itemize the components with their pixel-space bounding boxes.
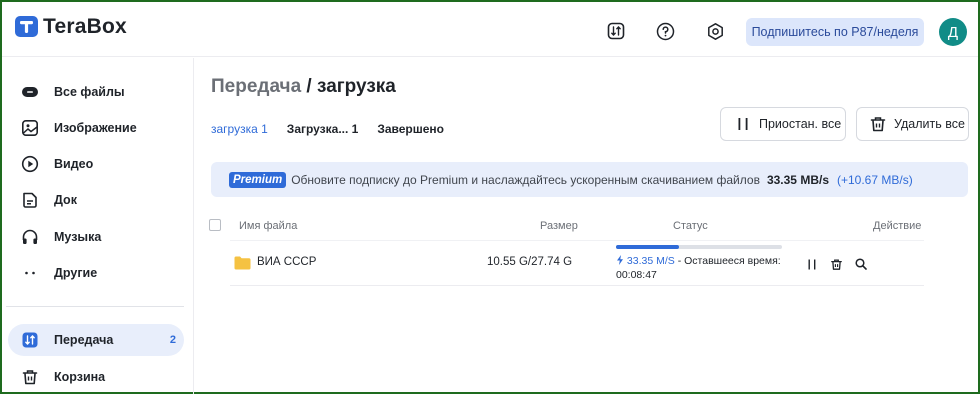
sidebar-item-documents[interactable]: Док: [8, 184, 184, 216]
download-progress-fill: [616, 245, 680, 249]
trash-icon: [830, 259, 842, 270]
premium-badge: Premium: [229, 171, 287, 188]
sidebar-item-video[interactable]: Видео: [8, 148, 184, 180]
table-row[interactable]: ВИА СССР 10.55 G/27.74 G 33.35 M/S - Ост…: [230, 240, 924, 286]
premium-extra-speed: (+10.67 MB/s): [837, 172, 913, 187]
pause-all-button[interactable]: Приостан. все: [720, 107, 846, 141]
all-files-icon: [20, 82, 40, 102]
transfer-header-button[interactable]: [605, 20, 627, 42]
premium-banner[interactable]: Premium Обновите подписку до Premium и н…: [211, 162, 968, 197]
download-progress-bar: [616, 245, 782, 249]
search-icon: [855, 258, 867, 270]
sidebar-item-label: Видео: [54, 157, 94, 171]
select-all-checkbox[interactable]: [209, 219, 221, 231]
sidebar-divider: [6, 306, 184, 307]
transfer-icon: [607, 22, 625, 40]
sidebar-item-all-files[interactable]: Все файлы: [8, 76, 184, 108]
file-name[interactable]: ВИА СССР: [257, 256, 316, 268]
column-action: Действие: [873, 220, 922, 232]
sidebar-item-transfer[interactable]: Передача 2: [8, 324, 184, 356]
breadcrumb-transfer[interactable]: Передача: [211, 76, 301, 97]
sidebar-item-label: Док: [54, 193, 77, 207]
transfer-tabs: загрузка 1 Загрузка... 1 Завершено: [211, 122, 463, 136]
trash-icon: [20, 367, 40, 387]
column-status: Статус: [673, 220, 708, 232]
delete-all-label: Удалить все: [894, 117, 965, 131]
sidebar-item-label: Музыка: [54, 230, 102, 244]
app-name: TeraBox: [43, 14, 127, 38]
page-title: Передача / загрузка: [211, 76, 396, 98]
lightning-icon: [617, 255, 623, 265]
transfer-icon: [20, 330, 40, 350]
settings-button[interactable]: [704, 20, 726, 42]
sidebar-item-label: Все файлы: [54, 85, 125, 99]
sidebar-item-other[interactable]: Другие: [8, 257, 184, 289]
terabox-logo-icon: [14, 14, 39, 39]
tab-downloading[interactable]: Загрузка... 1: [287, 122, 359, 136]
delete-row-button[interactable]: [829, 257, 843, 271]
folder-icon: [234, 256, 251, 270]
download-speed: 33.35 M/S: [626, 255, 675, 267]
subscribe-button[interactable]: Подпишитесь по P87/неделя: [746, 18, 924, 46]
delete-all-button[interactable]: Удалить все: [856, 107, 969, 141]
download-status: 33.35 M/S - Оставшееся время:: [616, 255, 781, 267]
pause-icon: [808, 259, 816, 269]
column-size: Размер: [540, 220, 578, 232]
tab-completed[interactable]: Завершено: [377, 122, 444, 136]
image-icon: [20, 118, 40, 138]
app-window: TeraBox Подпишитесь по P87/неделя Д Все …: [0, 0, 980, 394]
settings-icon: [707, 22, 723, 40]
premium-speed: 33.35 MB/s: [766, 172, 829, 187]
remaining-label: - Оставшееся время:: [674, 255, 781, 267]
headphones-icon: [20, 227, 40, 247]
column-name: Имя файла: [239, 220, 298, 232]
sidebar-item-music[interactable]: Музыка: [8, 221, 184, 253]
sidebar-item-label: Изображение: [54, 121, 137, 135]
pause-icon: [737, 117, 749, 131]
remaining-time: 00:08:47: [616, 269, 657, 281]
sidebar-item-label: Другие: [54, 266, 98, 280]
file-size: 10.55 G/27.74 G: [487, 256, 573, 268]
main-content: Передача / загрузка загрузка 1 Загрузка.…: [195, 58, 978, 394]
document-icon: [20, 190, 40, 210]
trash-icon: [869, 115, 887, 133]
tab-download[interactable]: загрузка 1: [211, 122, 268, 136]
sidebar-item-images[interactable]: Изображение: [8, 112, 184, 144]
sidebar-item-label: Передача: [54, 333, 114, 347]
breadcrumb-separator: /: [301, 76, 317, 97]
pause-row-button[interactable]: [805, 257, 819, 271]
more-icon: [20, 263, 40, 283]
video-icon: [20, 154, 40, 174]
premium-text: Обновите подписку до Premium и наслаждай…: [291, 172, 760, 187]
top-header: TeraBox Подпишитесь по P87/неделя Д: [2, 2, 978, 57]
table-header: Имя файла Размер Статус Действие: [209, 216, 929, 238]
sidebar: Все файлы Изображение Видео Док Музыка Д…: [4, 58, 194, 394]
terabox-logo[interactable]: TeraBox: [14, 14, 127, 39]
avatar[interactable]: Д: [939, 18, 967, 46]
sidebar-item-trash[interactable]: Корзина: [8, 361, 184, 393]
help-icon: [656, 22, 674, 40]
pause-all-label: Приостан. все: [759, 117, 842, 131]
sidebar-item-label: Корзина: [54, 370, 106, 384]
help-button[interactable]: [654, 20, 676, 42]
locate-file-button[interactable]: [854, 257, 868, 271]
breadcrumb-download: загрузка: [317, 76, 396, 97]
transfer-count-badge: 2: [169, 334, 176, 346]
